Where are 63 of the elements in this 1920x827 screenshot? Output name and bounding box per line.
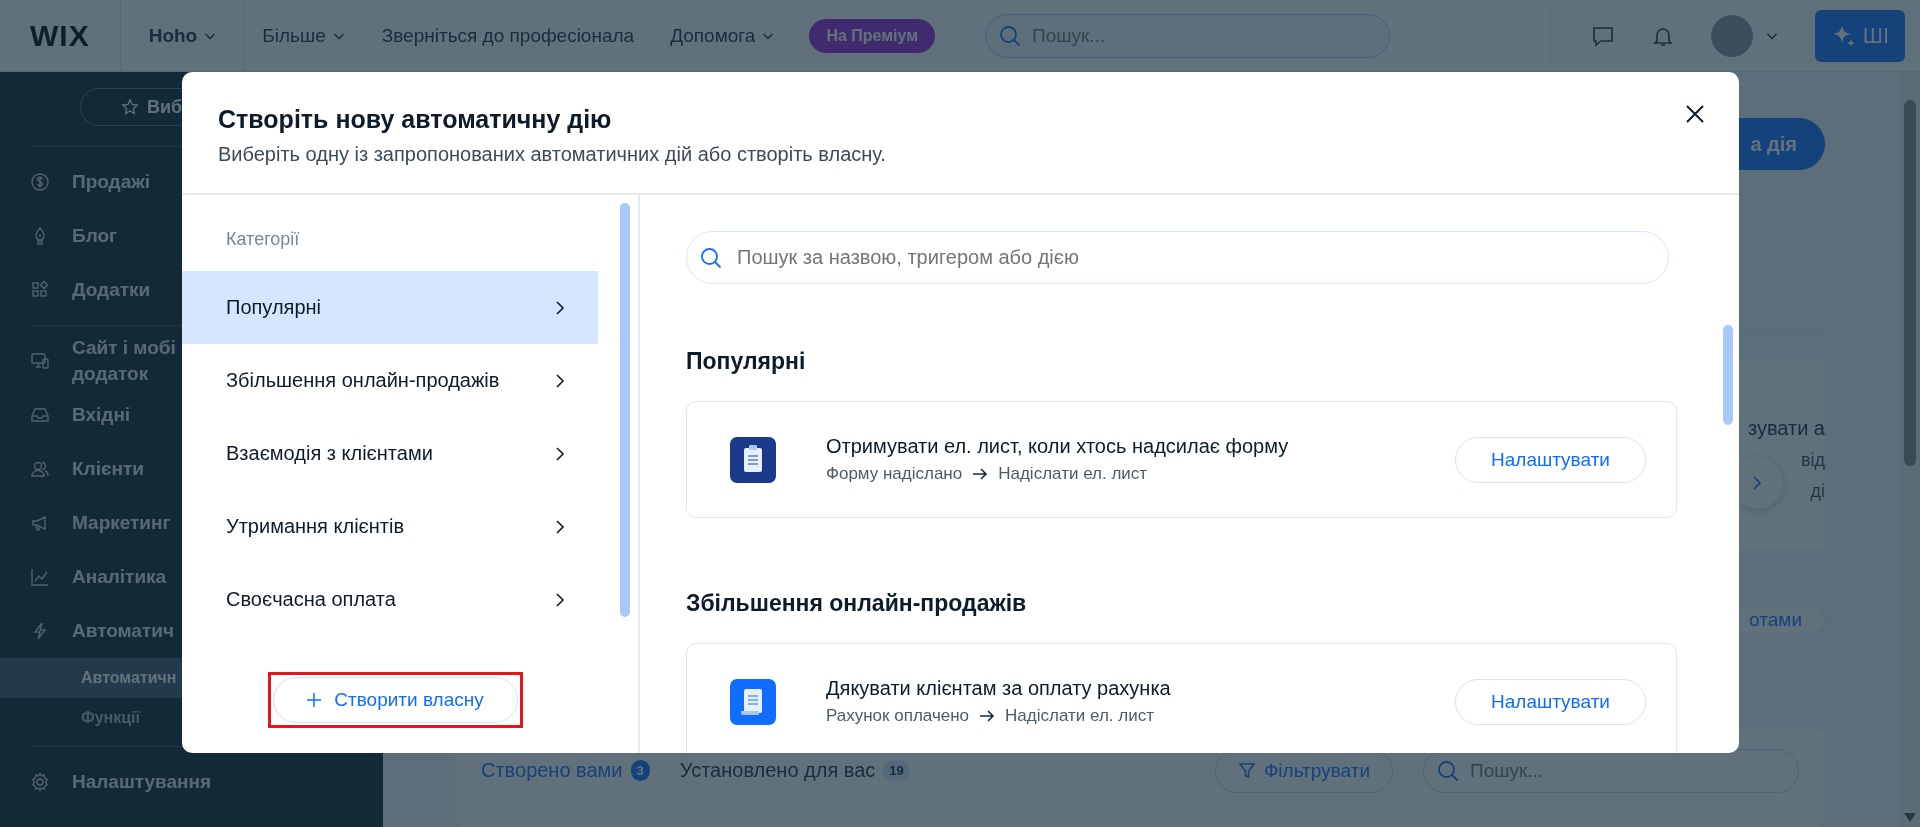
template-title: Отримувати ел. лист, коли хтось надсилає форму <box>826 435 1290 458</box>
dialog-title: Створіть нову автоматичну дію <box>218 104 612 135</box>
setup-button[interactable]: Налаштувати <box>1455 436 1646 483</box>
receipt-icon <box>730 678 776 725</box>
chevron-right-icon <box>554 445 566 462</box>
card-text: ді <box>1810 480 1825 502</box>
search-icon <box>700 246 722 269</box>
action-text: Надіслати ел. лист <box>1005 706 1154 726</box>
count-badge: 19 <box>883 759 910 781</box>
dialog-subtitle: Виберіть одну із запропонованих автоматичних дій або створіть власну. <box>218 142 887 167</box>
scrollbar[interactable] <box>1723 325 1733 425</box>
sidebar-item[interactable]: Налаштування <box>0 755 353 809</box>
category-item[interactable]: Утримання клієнтів <box>182 490 598 563</box>
clipboard-icon <box>730 436 776 483</box>
devices-icon <box>30 351 50 371</box>
scroll-down-icon[interactable] <box>1904 813 1916 823</box>
line-chart-icon <box>30 567 50 587</box>
wix-logo[interactable]: WIX <box>0 0 121 72</box>
plus-icon <box>306 692 323 708</box>
top-menu-item[interactable]: Більше <box>244 24 364 47</box>
chevron-right-icon <box>554 591 566 608</box>
category-item[interactable]: Збільшення онлайн-продажів <box>182 344 598 417</box>
top-menu-item[interactable]: Допомога <box>652 24 794 47</box>
search-icon <box>999 24 1022 47</box>
top-menu-item[interactable]: Зверніться до професіонала <box>363 24 653 47</box>
category-item[interactable]: Популярні <box>182 271 598 344</box>
avatar[interactable] <box>1710 14 1753 57</box>
filter-icon <box>1237 761 1256 780</box>
chevron-right-icon <box>554 518 566 535</box>
dollar-icon <box>30 172 50 192</box>
tab[interactable]: Створено вами 3 <box>481 758 650 782</box>
action-text: Надіслати ел. лист <box>998 464 1148 484</box>
section-heading: Популярні <box>686 348 807 375</box>
categories-label: Категорії <box>225 228 301 251</box>
upgrade-badge[interactable]: На Преміум <box>809 18 936 53</box>
setup-button[interactable]: Налаштувати <box>1455 678 1646 725</box>
chevron-right-icon <box>1751 474 1763 491</box>
search-field[interactable]: Пошук за назвою, тригером або дією <box>686 231 1669 284</box>
count-badge: 3 <box>630 759 650 781</box>
arrow-right-icon <box>972 468 989 480</box>
site-selector[interactable]: Hoho <box>120 0 245 72</box>
section-heading: Збільшення онлайн-продажів <box>686 590 1028 617</box>
trigger-text: Форму надіслано <box>826 464 963 484</box>
category-item[interactable]: Взаємодія з клієнтами <box>182 417 598 490</box>
people-icon <box>30 459 50 479</box>
apps-grid-icon <box>30 280 50 300</box>
gear-icon <box>30 772 50 792</box>
close-icon <box>1685 104 1705 124</box>
category-item[interactable]: Своєчасна оплата <box>182 563 598 636</box>
card-title: зувати а <box>1747 416 1825 440</box>
star-icon <box>121 98 139 116</box>
inbox-icon <box>30 405 50 425</box>
card-text: від <box>1800 449 1825 471</box>
chevron-right-icon <box>554 299 566 316</box>
scrollbar[interactable] <box>620 203 630 617</box>
template-title: Дякувати клієнтам за оплату рахунка <box>826 677 1172 700</box>
create-own-button[interactable]: Створити власну <box>272 677 518 723</box>
search-icon <box>1437 759 1459 782</box>
chevron-right-icon <box>554 372 566 389</box>
trigger-text: Рахунок оплачено <box>826 706 970 726</box>
ai-button[interactable]: ШІ <box>1814 9 1905 62</box>
arrow-right-icon <box>979 710 996 722</box>
tab[interactable]: Установлено для вас 19 <box>679 758 910 782</box>
